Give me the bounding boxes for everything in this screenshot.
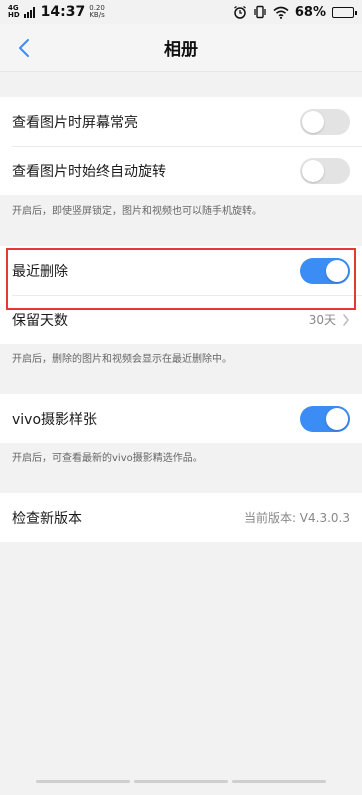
nav-bar: 相册 xyxy=(0,24,362,72)
setting-row-auto-rotate[interactable]: 查看图片时始终自动旋转 xyxy=(0,146,362,195)
home-indicator[interactable] xyxy=(36,780,326,783)
current-version: 当前版本: V4.3.0.3 xyxy=(243,511,350,525)
wifi-icon xyxy=(273,6,289,19)
clock: 14:37 xyxy=(40,4,86,20)
battery-percent: 68% xyxy=(294,4,326,20)
signal-icon xyxy=(23,6,35,18)
vivo-samples-note: 开启后，可查看最新的vivo摄影精选作品。 xyxy=(12,453,203,464)
vibrate-icon xyxy=(254,5,266,19)
setting-row-keep-screen-on[interactable]: 查看图片时屏幕常亮 xyxy=(0,97,362,146)
network-speed-unit: KB/s xyxy=(89,11,105,19)
network-type: 4G HD xyxy=(8,5,20,19)
retention-days-value: 30天 xyxy=(308,313,336,327)
network-hd-label: HD xyxy=(8,11,20,19)
settings-group-viewing: 查看图片时屏幕常亮 查看图片时始终自动旋转 xyxy=(0,97,362,195)
setting-label: 查看图片时始终自动旋转 xyxy=(12,163,166,180)
network-speed: 0.20 KB/s xyxy=(89,5,105,19)
status-left: 4G HD 14:37 0.20 KB/s xyxy=(8,4,105,20)
chevron-left-icon xyxy=(19,39,29,57)
highlight-box xyxy=(6,248,356,310)
settings-group-vivo-photo: vivo摄影样张 xyxy=(0,394,362,443)
status-bar: 4G HD 14:37 0.20 KB/s 68% xyxy=(0,0,362,24)
status-right: 68% xyxy=(233,4,357,20)
recently-deleted-note: 开启后，删除的图片和视频会显示在最近删除中。 xyxy=(12,354,232,365)
alarm-icon xyxy=(233,5,246,19)
rotate-note: 开启后，即使竖屏锁定，图片和视频也可以随手机旋转。 xyxy=(12,206,262,217)
battery-icon xyxy=(332,6,357,18)
back-button[interactable] xyxy=(10,34,38,62)
setting-label: 保留天数 xyxy=(12,312,68,329)
auto-rotate-toggle[interactable] xyxy=(300,157,350,184)
setting-label: 查看图片时屏幕常亮 xyxy=(12,114,138,131)
setting-row-check-update[interactable]: 检查新版本 当前版本: V4.3.0.3 xyxy=(0,493,362,542)
chevron-right-icon xyxy=(343,313,349,326)
setting-label: vivo摄影样张 xyxy=(12,411,98,428)
setting-row-vivo-samples[interactable]: vivo摄影样张 xyxy=(0,394,362,443)
setting-label: 检查新版本 xyxy=(12,510,82,527)
vivo-samples-toggle[interactable] xyxy=(300,405,350,432)
settings-group-version: 检查新版本 当前版本: V4.3.0.3 xyxy=(0,493,362,542)
keep-screen-on-toggle[interactable] xyxy=(300,108,350,135)
page-title: 相册 xyxy=(164,40,198,60)
